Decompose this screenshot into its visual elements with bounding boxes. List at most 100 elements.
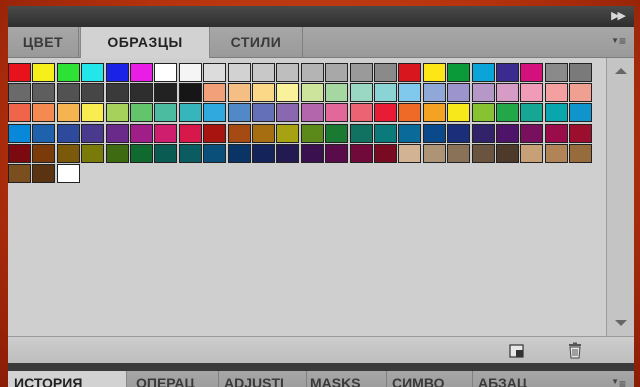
panel-menu-icon[interactable]: ▼≡: [611, 35, 626, 47]
color-swatch[interactable]: [8, 143, 31, 163]
color-swatch[interactable]: [32, 143, 56, 163]
color-swatch[interactable]: [203, 103, 227, 123]
color-swatch[interactable]: [178, 143, 202, 163]
color-swatch[interactable]: [422, 103, 446, 123]
color-swatch[interactable]: [569, 103, 593, 123]
color-swatch[interactable]: [154, 103, 178, 123]
color-swatch[interactable]: [349, 143, 373, 163]
tab-character[interactable]: СИМВО: [388, 371, 473, 387]
trash-icon[interactable]: [566, 342, 584, 359]
color-swatch[interactable]: [520, 143, 544, 163]
color-swatch[interactable]: [178, 63, 202, 82]
color-swatch[interactable]: [203, 123, 227, 143]
color-swatch[interactable]: [130, 63, 153, 82]
color-swatch[interactable]: [227, 143, 251, 163]
color-swatch[interactable]: [520, 123, 544, 143]
color-swatch[interactable]: [81, 83, 105, 103]
color-swatch[interactable]: [569, 123, 593, 143]
color-swatch[interactable]: [471, 143, 495, 163]
color-swatch[interactable]: [325, 83, 349, 103]
color-swatch[interactable]: [374, 123, 397, 143]
color-swatch[interactable]: [349, 83, 373, 103]
color-swatch[interactable]: [8, 123, 31, 143]
color-swatch[interactable]: [252, 63, 275, 82]
scrollbar[interactable]: [606, 58, 634, 336]
color-swatch[interactable]: [276, 103, 300, 123]
color-swatch[interactable]: [203, 143, 227, 163]
color-swatch[interactable]: [300, 123, 324, 143]
color-swatch[interactable]: [154, 63, 178, 82]
double-arrow-right-icon[interactable]: ▶▶: [611, 9, 626, 22]
color-swatch[interactable]: [300, 83, 324, 103]
color-swatch[interactable]: [203, 63, 227, 82]
color-swatch[interactable]: [32, 164, 56, 183]
color-swatch[interactable]: [447, 123, 471, 143]
color-swatch[interactable]: [8, 103, 31, 123]
tab-history[interactable]: ИСТОРИЯ: [8, 371, 127, 387]
color-swatch[interactable]: [32, 103, 56, 123]
color-swatch[interactable]: [544, 123, 568, 143]
color-swatch[interactable]: [252, 123, 275, 143]
new-swatch-icon[interactable]: [508, 342, 526, 359]
color-swatch[interactable]: [56, 123, 80, 143]
color-swatch[interactable]: [325, 63, 349, 82]
color-swatch[interactable]: [496, 103, 519, 123]
color-swatch[interactable]: [56, 164, 80, 183]
color-swatch[interactable]: [8, 164, 31, 183]
scroll-up-arrow-icon[interactable]: [615, 68, 627, 74]
color-swatch[interactable]: [398, 123, 422, 143]
color-swatch[interactable]: [56, 143, 80, 163]
color-swatch[interactable]: [496, 123, 519, 143]
color-swatch[interactable]: [398, 83, 422, 103]
panel-menu-icon[interactable]: ▼≡: [611, 377, 626, 387]
color-swatch[interactable]: [227, 103, 251, 123]
color-swatch[interactable]: [130, 83, 153, 103]
color-swatch[interactable]: [81, 123, 105, 143]
color-swatch[interactable]: [447, 143, 471, 163]
color-swatch[interactable]: [471, 83, 495, 103]
tab-styles[interactable]: СТИЛИ: [210, 27, 303, 57]
color-swatch[interactable]: [276, 83, 300, 103]
color-swatch[interactable]: [32, 83, 56, 103]
color-swatch[interactable]: [178, 83, 202, 103]
color-swatch[interactable]: [130, 103, 153, 123]
color-swatch[interactable]: [154, 123, 178, 143]
color-swatch[interactable]: [349, 123, 373, 143]
scroll-down-arrow-icon[interactable]: [615, 320, 627, 326]
color-swatch[interactable]: [203, 83, 227, 103]
color-swatch[interactable]: [178, 103, 202, 123]
color-swatch[interactable]: [130, 143, 153, 163]
color-swatch[interactable]: [154, 143, 178, 163]
color-swatch[interactable]: [569, 143, 593, 163]
color-swatch[interactable]: [276, 63, 300, 82]
color-swatch[interactable]: [398, 63, 422, 82]
color-swatch[interactable]: [105, 63, 129, 82]
tab-adjustments[interactable]: ADJUSTI: [220, 371, 307, 387]
tab-swatches[interactable]: ОБРАЗЦЫ: [80, 27, 210, 58]
color-swatch[interactable]: [81, 143, 105, 163]
color-swatch[interactable]: [32, 63, 56, 82]
color-swatch[interactable]: [520, 83, 544, 103]
color-swatch[interactable]: [569, 63, 593, 82]
color-swatch[interactable]: [227, 63, 251, 82]
color-swatch[interactable]: [300, 103, 324, 123]
color-swatch[interactable]: [569, 83, 593, 103]
color-swatch[interactable]: [325, 123, 349, 143]
color-swatch[interactable]: [105, 103, 129, 123]
color-swatch[interactable]: [32, 123, 56, 143]
color-swatch[interactable]: [374, 103, 397, 123]
color-swatch[interactable]: [471, 103, 495, 123]
color-swatch[interactable]: [227, 83, 251, 103]
color-swatch[interactable]: [471, 63, 495, 82]
color-swatch[interactable]: [349, 103, 373, 123]
color-swatch[interactable]: [227, 123, 251, 143]
color-swatch[interactable]: [422, 63, 446, 82]
tab-actions[interactable]: ОПЕРАЦ: [132, 371, 219, 387]
color-swatch[interactable]: [471, 123, 495, 143]
color-swatch[interactable]: [374, 83, 397, 103]
tab-masks[interactable]: MASKS: [306, 371, 387, 387]
color-swatch[interactable]: [130, 123, 153, 143]
color-swatch[interactable]: [520, 103, 544, 123]
color-swatch[interactable]: [398, 143, 422, 163]
color-swatch[interactable]: [105, 83, 129, 103]
